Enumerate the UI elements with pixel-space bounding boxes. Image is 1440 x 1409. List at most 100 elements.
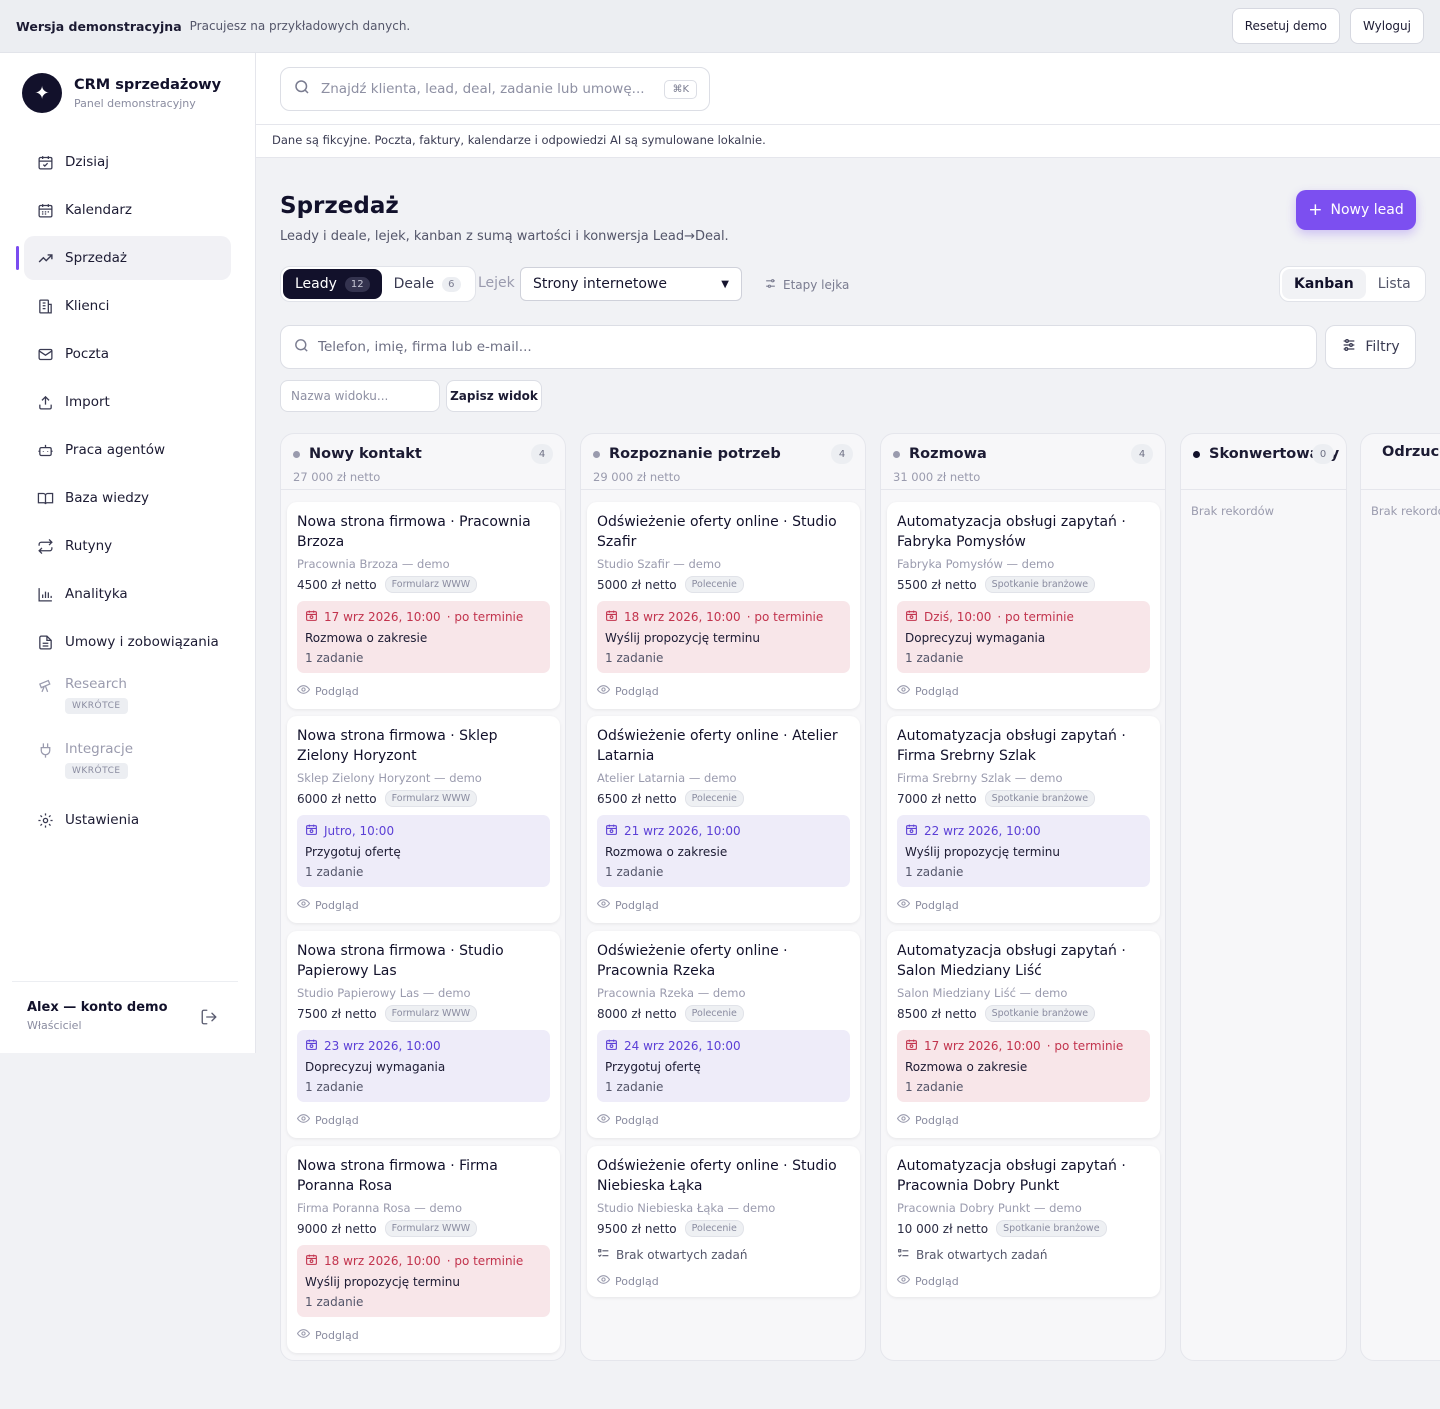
bar-chart-icon	[36, 585, 54, 603]
logout-button[interactable]: Wyloguj	[1350, 8, 1424, 44]
tab-leads[interactable]: Leady 12	[283, 269, 382, 299]
preview-link[interactable]: Podgląd	[896, 1273, 1150, 1289]
preview-link[interactable]: Podgląd	[596, 1112, 850, 1128]
lead-card[interactable]: Nowa strona firmowa · Firma Poranna Rosa…	[287, 1146, 560, 1353]
lead-source-tag: Polecenie	[684, 576, 744, 593]
view-name-input[interactable]: Nazwa widoku...	[280, 380, 440, 412]
sidebar-item-research[interactable]: Research WKRÓTCE	[24, 668, 231, 724]
calendar-clock-icon	[905, 823, 918, 839]
sidebar-item-klienci[interactable]: Klienci	[24, 284, 231, 328]
lead-value: 9000 zł netto	[297, 1221, 377, 1236]
task-box[interactable]: Dziś, 10:00 · po terminie Doprecyzuj wymag…	[897, 601, 1150, 673]
lead-search-input[interactable]: Telefon, imię, firma lub e-mail...	[280, 325, 1317, 369]
lead-source-tag: Polecenie	[684, 1220, 744, 1237]
chevron-down-icon: ▼	[721, 278, 729, 290]
sidebar-item-umowy-i-zobowiazania[interactable]: Umowy i zobowiązania	[24, 620, 231, 664]
preview-link[interactable]: Podgląd	[896, 1112, 1150, 1128]
page-title: Sprzedaż	[280, 193, 399, 219]
search-icon	[293, 78, 311, 100]
sparkle-logo-icon: ✦	[22, 73, 62, 113]
lead-company: Firma Poranna Rosa — demo	[297, 1201, 462, 1215]
lead-card[interactable]: Odświeżenie oferty online · Studio Niebi…	[587, 1146, 860, 1297]
task-box[interactable]: 21 wrz 2026, 10:00 Rozmowa o zakresie 1 za…	[597, 815, 850, 887]
preview-link[interactable]: Podgląd	[296, 683, 550, 699]
lead-card[interactable]: Odświeżenie oferty online · Pracownia Rz…	[587, 931, 860, 1138]
preview-label: Podgląd	[915, 684, 959, 698]
funnel-stages-button[interactable]: Etapy lejka	[764, 277, 849, 293]
sidebar-item-label: Sprzedaż	[65, 250, 128, 266]
task-box[interactable]: 17 wrz 2026, 10:00 · po terminie Rozmowa o…	[897, 1030, 1150, 1102]
lead-title: Automatyzacja obsługi zapytań · Salon Mi…	[897, 943, 1126, 979]
task-box[interactable]: 24 wrz 2026, 10:00 Przygotuj ofertę 1 zada…	[597, 1030, 850, 1102]
lead-card[interactable]: Automatyzacja obsługi zapytań · Firma Sr…	[887, 716, 1160, 923]
task-box[interactable]: 23 wrz 2026, 10:00 Doprecyzuj wymagania 1 …	[297, 1030, 550, 1102]
sidebar-item-kalendarz[interactable]: Kalendarz	[24, 188, 231, 232]
stage-dot-icon	[593, 450, 600, 458]
lead-card[interactable]: Automatyzacja obsługi zapytań · Pracowni…	[887, 1146, 1160, 1297]
reset-demo-button[interactable]: Resetuj demo	[1231, 8, 1340, 44]
filter-sliders-icon	[1341, 337, 1357, 357]
eye-icon	[896, 683, 911, 699]
lead-company: Pracownia Dobry Punkt — demo	[897, 1201, 1082, 1215]
task-box[interactable]: 18 wrz 2026, 10:00 · po terminie Wyślij pr…	[597, 601, 850, 673]
preview-link[interactable]: Podgląd	[296, 1327, 550, 1343]
new-lead-button[interactable]: + Nowy lead	[1296, 190, 1416, 230]
task-count: 1 zadanie	[905, 1080, 964, 1094]
sidebar-item-analityka[interactable]: Analityka	[24, 572, 231, 616]
lead-value: 8500 zł netto	[897, 1006, 977, 1021]
sidebar-item-dzisiaj[interactable]: Dzisiaj	[24, 140, 231, 184]
lead-source-tag: Spotkanie branżowe	[984, 1005, 1096, 1022]
page-subtitle: Leady i deale, lejek, kanban z sumą wart…	[280, 229, 729, 244]
no-tasks-text: Brak otwartych zadań	[616, 1248, 748, 1262]
save-view-button[interactable]: Zapisz widok	[446, 380, 542, 412]
filters-button[interactable]: Filtry	[1325, 325, 1416, 369]
funnel-select[interactable]: Strony internetowe ▼	[520, 267, 742, 301]
lead-card[interactable]: Automatyzacja obsługi zapytań · Fabryka …	[887, 502, 1160, 709]
task-box[interactable]: 17 wrz 2026, 10:00 · po terminie Rozmowa o…	[297, 601, 550, 673]
sidebar-item-label: Integracje	[65, 741, 134, 757]
task-box[interactable]: 22 wrz 2026, 10:00 Wyślij propozycję term…	[897, 815, 1150, 887]
preview-link[interactable]: Podgląd	[296, 897, 550, 913]
lead-card[interactable]: Nowa strona firmowa · Pracownia Brzoza Pr…	[287, 502, 560, 709]
preview-link[interactable]: Podgląd	[296, 1112, 550, 1128]
sidebar-item-rutyny[interactable]: Rutyny	[24, 524, 231, 568]
sidebar-item-label: Baza wiedzy	[65, 490, 149, 506]
view-kanban[interactable]: Kanban	[1282, 269, 1366, 299]
preview-link[interactable]: Podgląd	[896, 897, 1150, 913]
brand[interactable]: ✦ CRM sprzedażowy Panel demonstracyjny	[22, 73, 221, 113]
lead-title: Odświeżenie oferty online · Pracownia Rz…	[597, 943, 788, 979]
task-box[interactable]: 18 wrz 2026, 10:00 · po terminie Wyślij pr…	[297, 1245, 550, 1317]
task-action: Doprecyzuj wymagania	[905, 631, 1046, 645]
lead-card[interactable]: Odświeżenie oferty online · Atelier Lata…	[587, 716, 860, 923]
lead-card[interactable]: Nowa strona firmowa · Sklep Zielony Hory…	[287, 716, 560, 923]
lead-title: Nowa strona firmowa · Studio Papierowy L…	[297, 943, 504, 979]
lead-card[interactable]: Nowa strona firmowa · Studio Papierowy L…	[287, 931, 560, 1138]
sidebar-item-ustawienia[interactable]: Ustawienia	[24, 798, 231, 842]
preview-link[interactable]: Podgląd	[596, 1273, 850, 1289]
lead-card[interactable]: Odświeżenie oferty online · Studio Szafi…	[587, 502, 860, 709]
preview-link[interactable]: Podgląd	[596, 897, 850, 913]
column-title: Nowy kontakt	[309, 446, 422, 462]
task-box[interactable]: Jutro, 10:00 Przygotuj ofertę 1 zadanie	[297, 815, 550, 887]
sidebar-item-praca-agentow[interactable]: Praca agentów	[24, 428, 231, 472]
lead-title: Odświeżenie oferty online · Atelier Lata…	[597, 728, 838, 764]
preview-link[interactable]: Podgląd	[596, 683, 850, 699]
sidebar-item-sprzedaz[interactable]: Sprzedaż	[16, 236, 231, 280]
global-search-input[interactable]: Znajdź klienta, lead, deal, zadanie lub …	[280, 67, 710, 111]
preview-label: Podgląd	[615, 1274, 659, 1288]
sidebar-item-baza-wiedzy[interactable]: Baza wiedzy	[24, 476, 231, 520]
preview-link[interactable]: Podgląd	[896, 683, 1150, 699]
view-list[interactable]: Lista	[1366, 269, 1423, 299]
lead-search-placeholder: Telefon, imię, firma lub e-mail...	[318, 339, 532, 355]
tab-deals[interactable]: Deale 6	[382, 269, 473, 299]
lead-company: Pracownia Rzeka — demo	[597, 986, 746, 1000]
stage-dot-icon	[1193, 450, 1200, 458]
column-count: 0	[1312, 444, 1334, 464]
lead-company: Studio Szafir — demo	[597, 557, 722, 571]
sidebar-item-import[interactable]: Import	[24, 380, 231, 424]
sidebar-item-integracje[interactable]: Integracje WKRÓTCE	[24, 733, 231, 789]
sidebar-item-poczta[interactable]: Poczta	[24, 332, 231, 376]
logout-icon[interactable]	[200, 1008, 218, 1030]
lead-card[interactable]: Automatyzacja obsługi zapytań · Salon Mi…	[887, 931, 1160, 1138]
empty-column-text: Brak rekordów	[1371, 504, 1440, 518]
